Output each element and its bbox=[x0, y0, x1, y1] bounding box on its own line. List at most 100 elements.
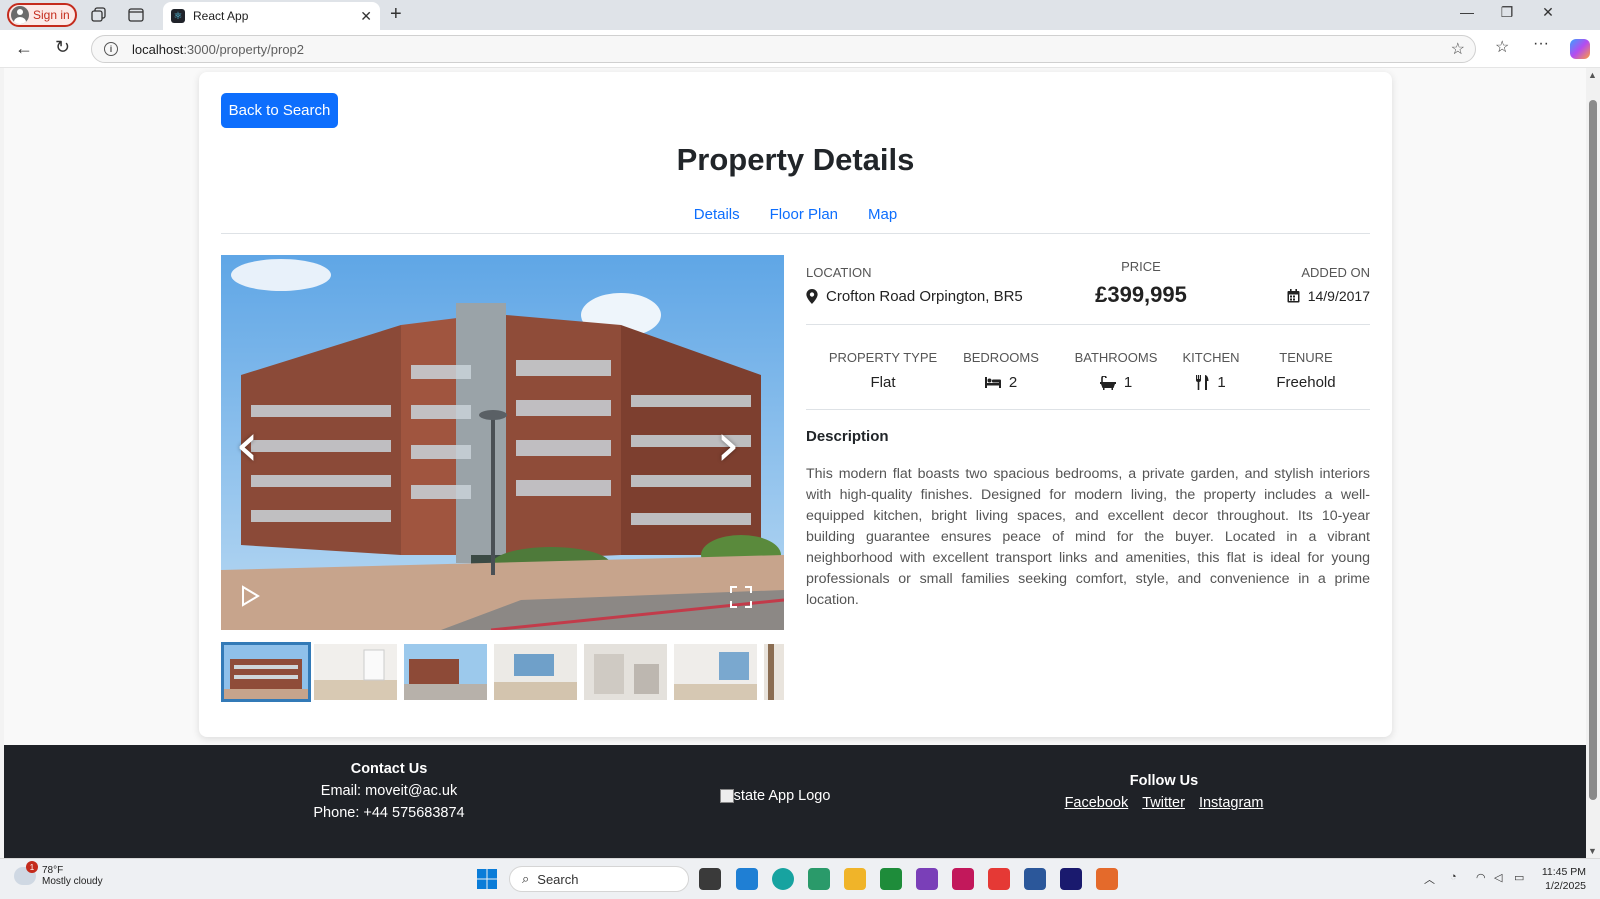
snipping-tool-icon[interactable] bbox=[1096, 868, 1118, 890]
address-bar[interactable]: i localhost:3000/property/prop2 ☆ bbox=[91, 35, 1476, 63]
page-title: Property Details bbox=[676, 142, 915, 177]
edge-icon[interactable] bbox=[772, 868, 794, 890]
contact-phone: Phone: +44 575683874 bbox=[313, 805, 465, 821]
scroll-up-icon[interactable]: ▲ bbox=[1588, 70, 1597, 80]
word-icon[interactable] bbox=[1024, 868, 1046, 890]
description-text: This modern flat boasts two spacious bed… bbox=[806, 466, 1370, 608]
network-icon[interactable]: ◔ bbox=[1450, 871, 1457, 883]
utensils-icon bbox=[1196, 375, 1209, 390]
tab-title: React App bbox=[193, 9, 249, 23]
stat-label: KITCHEN bbox=[1182, 350, 1240, 365]
windows-taskbar: 1 78°F Mostly cloudy ⌕ Search ︿ ◔ ◠ ◁ ▭ … bbox=[0, 858, 1600, 899]
stat-label: PROPERTY TYPE bbox=[828, 350, 938, 365]
site-info-icon[interactable]: i bbox=[104, 42, 118, 56]
instagram-link[interactable]: Instagram bbox=[1199, 795, 1263, 811]
price-block: PRICE £399,995 bbox=[1076, 259, 1206, 308]
location-block: LOCATION Crofton Road Orpington, BR5 bbox=[806, 265, 1023, 305]
back-arrow-icon[interactable]: ← bbox=[15, 38, 33, 59]
back-to-search-button[interactable]: Back to Search bbox=[221, 93, 338, 128]
stat-value: Freehold bbox=[1276, 374, 1336, 391]
intellij-icon[interactable] bbox=[1060, 868, 1082, 890]
profile-avatar-icon bbox=[11, 6, 29, 24]
task-view-icon[interactable] bbox=[699, 868, 721, 890]
youtube-icon[interactable] bbox=[988, 868, 1010, 890]
gallery-prev-icon[interactable]: ‹ bbox=[235, 410, 259, 480]
site-footer: Contact Us Email: moveit@ac.uk Phone: +4… bbox=[4, 745, 1586, 858]
new-tab-icon[interactable]: + bbox=[390, 3, 402, 26]
twitter-link[interactable]: Twitter bbox=[1142, 795, 1185, 811]
browser-tab-bar: Sign in ⚛ React App ✕ + — ❐ ✕ bbox=[0, 0, 1600, 30]
thumbnail-1[interactable] bbox=[221, 642, 311, 702]
tab-map[interactable]: Map bbox=[868, 204, 897, 233]
stat-bedrooms: BEDROOMS 2 bbox=[956, 350, 1046, 391]
tab-floor-plan[interactable]: Floor Plan bbox=[770, 204, 838, 233]
bed-icon bbox=[984, 377, 1001, 388]
thumbnail-2[interactable] bbox=[314, 644, 397, 700]
minimize-icon[interactable]: — bbox=[1447, 4, 1487, 20]
page-scrollbar[interactable]: ▲ ▼ bbox=[1586, 68, 1600, 858]
workspaces-icon[interactable] bbox=[89, 5, 109, 25]
windows-start-icon[interactable] bbox=[477, 869, 497, 894]
copilot-icon[interactable] bbox=[1570, 39, 1590, 59]
price-label: PRICE bbox=[1121, 259, 1161, 274]
thumbnail-3[interactable] bbox=[404, 644, 487, 700]
weather-widget[interactable]: 1 78°F Mostly cloudy bbox=[14, 861, 103, 887]
scrollbar-thumb[interactable] bbox=[1589, 100, 1597, 800]
follow-section: Follow Us Facebook Twitter Instagram bbox=[1064, 773, 1264, 817]
meet-icon[interactable] bbox=[808, 868, 830, 890]
battery-icon[interactable]: ▭ bbox=[1514, 871, 1524, 884]
volume-icon[interactable]: ◁ bbox=[1494, 871, 1502, 884]
price-value: £399,995 bbox=[1095, 282, 1187, 307]
favorite-star-icon[interactable]: ☆ bbox=[1451, 39, 1465, 59]
location-value: Crofton Road Orpington, BR5 bbox=[826, 288, 1023, 305]
logo-alt-text: Estate App Logo bbox=[724, 788, 831, 804]
contact-email: Email: moveit@ac.uk bbox=[320, 783, 458, 799]
estate-app-logo: Estate App Logo bbox=[720, 788, 830, 804]
added-block: ADDED ON 14/9/2017 bbox=[1287, 265, 1370, 304]
tab-actions-icon[interactable] bbox=[126, 5, 146, 25]
follow-heading: Follow Us bbox=[1129, 773, 1199, 789]
stat-property-type: PROPERTY TYPE Flat bbox=[828, 350, 938, 391]
thumbnail-6[interactable] bbox=[674, 644, 757, 700]
stat-label: BATHROOMS bbox=[1074, 350, 1158, 365]
summary-row: LOCATION Crofton Road Orpington, BR5 PRI… bbox=[806, 255, 1370, 325]
play-slideshow-icon[interactable] bbox=[239, 585, 261, 613]
close-tab-icon[interactable]: ✕ bbox=[360, 8, 372, 25]
xbox-icon[interactable] bbox=[880, 868, 902, 890]
gallery-next-icon[interactable]: › bbox=[716, 410, 740, 480]
taskbar-search[interactable]: ⌕ Search bbox=[509, 866, 689, 892]
thumbnail-4[interactable] bbox=[494, 644, 577, 700]
sign-in-button[interactable]: Sign in bbox=[7, 3, 77, 27]
more-options-icon[interactable]: ··· bbox=[1533, 35, 1549, 53]
tab-details[interactable]: Details bbox=[694, 204, 740, 233]
refresh-icon[interactable]: ↻ bbox=[55, 37, 70, 58]
fullscreen-icon[interactable] bbox=[729, 585, 753, 615]
clock-time: 11:45 PM bbox=[1541, 866, 1586, 878]
close-window-icon[interactable]: ✕ bbox=[1528, 4, 1568, 21]
restore-icon[interactable]: ❐ bbox=[1487, 4, 1527, 21]
weather-desc: Mostly cloudy bbox=[42, 876, 103, 887]
description-heading: Description bbox=[806, 428, 889, 445]
stat-value: 1 bbox=[1123, 374, 1133, 391]
react-favicon-icon: ⚛ bbox=[171, 9, 185, 23]
file-explorer-icon[interactable] bbox=[844, 868, 866, 890]
thumbnail-5[interactable] bbox=[584, 644, 667, 700]
tray-chevron-icon[interactable]: ︿ bbox=[1424, 871, 1435, 887]
thumbnail-7[interactable] bbox=[764, 644, 784, 700]
vscode-icon[interactable] bbox=[736, 868, 758, 890]
stats-row: PROPERTY TYPE Flat BEDROOMS 2 BATHROOMS … bbox=[806, 325, 1370, 410]
tab-react-app[interactable]: ⚛ React App ✕ bbox=[163, 2, 380, 30]
url-host: localhost bbox=[132, 41, 184, 57]
map-pin-icon bbox=[806, 289, 818, 304]
taskbar-search-label: Search bbox=[537, 871, 579, 887]
scroll-down-icon[interactable]: ▼ bbox=[1588, 846, 1597, 856]
search-icon: ⌕ bbox=[522, 871, 530, 886]
stat-label: TENURE bbox=[1279, 350, 1333, 365]
favorites-icon[interactable]: ☆ bbox=[1495, 37, 1509, 57]
jetbrains-icon[interactable] bbox=[952, 868, 974, 890]
weather-temp: 78°F bbox=[42, 865, 64, 876]
app-icon[interactable] bbox=[916, 868, 938, 890]
system-clock[interactable]: 11:45 PM 1/2/2025 bbox=[1542, 865, 1586, 893]
wifi-icon[interactable]: ◠ bbox=[1476, 871, 1486, 884]
facebook-link[interactable]: Facebook bbox=[1065, 795, 1129, 811]
